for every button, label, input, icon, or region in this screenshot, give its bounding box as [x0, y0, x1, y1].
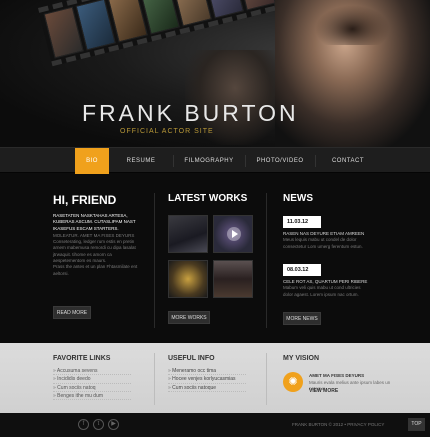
footer-link[interactable]: Accusuma sevens	[53, 367, 131, 376]
news-item: RASEN NAS DEYURE ETIAM AMREEN Meus lequi…	[283, 231, 371, 250]
more-works-button[interactable]: MORE WORKS	[168, 311, 210, 324]
news-date: 11.03.12	[283, 216, 321, 228]
work-thumbnail[interactable]	[168, 215, 208, 253]
work-thumbnail[interactable]	[213, 215, 253, 253]
news-excerpt: Mabum veli quis mabu ut cond ultricies d…	[283, 285, 361, 297]
intro-lead: RASETATEN NASKTAHAS ARTESA, KUBERAS ASCU…	[53, 213, 136, 231]
footer-link[interactable]: Hocee venjes korlyucasmias	[168, 375, 246, 384]
hello-section: HI, FRIEND	[53, 193, 116, 207]
back-to-top-button[interactable]: TOP	[408, 418, 425, 431]
intro-text: RASETATEN NASKTAHAS ARTESA, KUBERAS ASCU…	[53, 213, 145, 277]
nav-item-bio[interactable]: BIO	[75, 148, 109, 174]
useful-info-list: Meneramo occ tima Hocee venjes korlyucas…	[168, 367, 246, 392]
nav-item-photo-video[interactable]: PHOTO/VIDEO	[246, 148, 314, 174]
more-news-button[interactable]: MORE NEWS	[283, 312, 321, 325]
intro-body-2: Prass the antes et un plan Fhtasmilate e…	[53, 264, 138, 276]
view-more-link[interactable]: VIEW MORE	[309, 388, 338, 394]
header-banner: FRANK BURTON OFFICIAL ACTOR SITE	[0, 0, 430, 147]
footer-divider	[266, 353, 267, 405]
works-section: LATEST WORKS	[168, 193, 247, 204]
footer-divider	[154, 353, 155, 405]
twitter-icon[interactable]: t	[93, 419, 104, 430]
my-vision-title: MY VISION	[283, 355, 320, 362]
footer-link[interactable]: Meneramo occ tima	[168, 367, 246, 376]
news-title: NEWS	[283, 193, 313, 204]
star-icon: ✺	[283, 372, 303, 392]
column-divider	[154, 193, 155, 328]
facebook-icon[interactable]: f	[78, 419, 89, 430]
nav-item-filmography[interactable]: FILMOGRAPHY	[174, 148, 244, 174]
footer-link[interactable]: Incididis deedo	[53, 375, 131, 384]
favorite-links-title: FAVORITE LINKS	[53, 355, 111, 362]
hello-title: HI, FRIEND	[53, 193, 117, 207]
read-more-button[interactable]: READ MORE	[53, 306, 91, 319]
footer-link[interactable]: Cum sociis natoque	[168, 384, 246, 392]
site-title: FRANK BURTON	[82, 100, 299, 126]
copyright-text: FRANK BURTON © 2012 • PRIVACY POLICY	[292, 422, 385, 427]
news-excerpt: Meus lequis mabu ut condel de dolor cons…	[283, 237, 363, 249]
main-nav: BIO RESUME FILMOGRAPHY PHOTO/VIDEO CONTA…	[0, 147, 430, 174]
favorite-links-list: Accusuma sevens Incididis deedo Cum soci…	[53, 367, 131, 401]
footer-links-area: FAVORITE LINKS Accusuma sevens Incididis…	[0, 343, 430, 413]
footer-link[interactable]: Benges ithe mu dum	[53, 392, 131, 401]
news-date: 08.03.12	[283, 264, 321, 276]
news-section: NEWS	[283, 193, 313, 204]
work-thumbnail[interactable]	[168, 260, 208, 298]
nav-item-contact[interactable]: CONTACT	[316, 148, 380, 174]
works-title: LATEST WORKS	[168, 193, 248, 204]
intro-body: Conseterating, ledger rum estis en preti…	[53, 239, 136, 264]
footer-link[interactable]: Cum sociis natoq	[53, 384, 131, 392]
work-thumbnail[interactable]	[213, 260, 253, 298]
column-divider	[266, 193, 267, 328]
bottom-bar: f t ▶ FRANK BURTON © 2012 • PRIVACY POLI…	[0, 413, 430, 437]
nav-item-resume[interactable]: RESUME	[110, 148, 172, 174]
play-icon[interactable]	[227, 227, 241, 241]
site-subtitle: OFFICIAL ACTOR SITE	[120, 128, 214, 135]
youtube-icon[interactable]: ▶	[108, 419, 119, 430]
news-item: CELE ROT AS, QUARTUM PERI RIBERE Mabum v…	[283, 279, 371, 298]
vision-heading: AMET MA FISES DEYURS	[309, 373, 365, 378]
useful-info-title: USEFUL INFO	[168, 355, 215, 362]
